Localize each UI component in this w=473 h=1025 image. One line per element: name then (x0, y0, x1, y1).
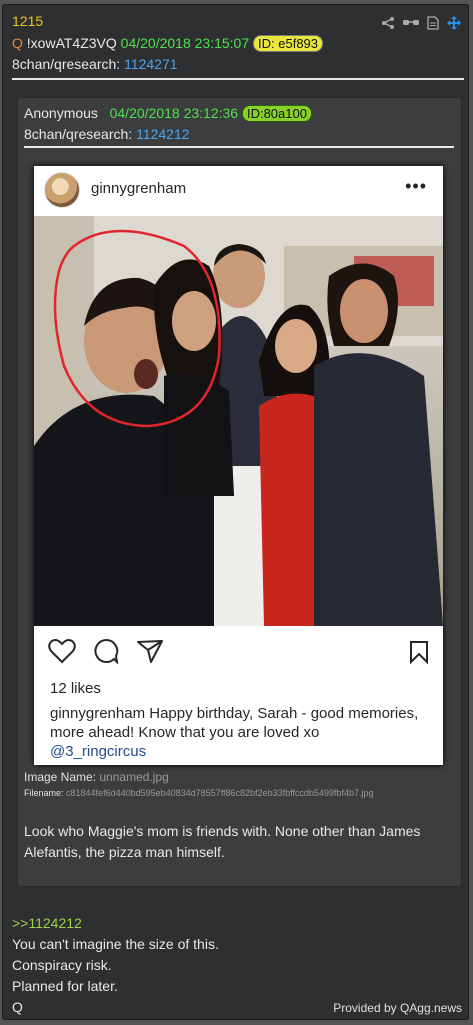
quoted-source: 8chan/qresearch: 1124212 (24, 126, 190, 142)
quoted-meta: Anonymous 04/20/2018 23:12:36 ID:80a100 (24, 105, 312, 122)
reply-body: >>1124212 You can't imagine the size of … (12, 913, 219, 1018)
poster-id-badge[interactable]: ID: e5f893 (253, 35, 324, 52)
instagram-username: ginnygrenham (91, 180, 187, 197)
avatar (44, 172, 80, 208)
filename: Filename: c81844fef6d440bd595eb40834d785… (24, 788, 374, 798)
tripcode: !xowAT4Z3VQ (26, 35, 117, 51)
post-source: 8chan/qresearch: 1124271 (12, 56, 178, 72)
board-label: 8chan/qresearch: (12, 56, 121, 72)
quoted-body: Look who Maggie's mom is friends with. N… (24, 823, 421, 860)
instagram-screenshot[interactable]: ginnygrenham ••• 12 likes ginnygrenham H… (34, 166, 443, 765)
instagram-caption: ginnygrenham Happy birthday, Sarah - goo… (50, 704, 430, 761)
post-date: 04/20/2018 23:15:07 (120, 35, 250, 51)
reply-line: You can't imagine the size of this. (12, 936, 219, 952)
share-icon[interactable] (381, 16, 395, 30)
reply-quote-link[interactable]: >>1124212 (12, 913, 219, 934)
bookmark-icon[interactable] (409, 640, 429, 669)
post-number: 1215 (12, 13, 44, 29)
instagram-actions (48, 638, 164, 669)
quoted-date: 04/20/2018 23:12:36 (109, 105, 239, 121)
quoted-board-label: 8chan/qresearch: (24, 126, 133, 142)
quoted-post: Anonymous 04/20/2018 23:12:36 ID:80a100 … (17, 97, 462, 887)
post-meta: Q !xowAT4Z3VQ 04/20/2018 23:15:07 ID: e5… (12, 35, 324, 52)
q-marker: Q (12, 35, 23, 51)
caption-tag[interactable]: @3_ringcircus (50, 743, 146, 760)
post-card: 1215 Q !xowAT4Z3VQ 04/20/2018 23:15:07 I… (2, 4, 469, 1020)
image-name-label: Image Name: (24, 770, 97, 784)
filename-value[interactable]: c81844fef6d440bd595eb40834d78557ff86c82b… (66, 788, 373, 798)
filename-label: Filename: (24, 788, 64, 798)
divider (24, 146, 454, 148)
reply-line: Planned for later. (12, 978, 118, 994)
quoted-id-badge[interactable]: ID:80a100 (241, 105, 312, 122)
caption-username: ginnygrenham (50, 705, 146, 722)
image-name-value: unnamed.jpg (99, 770, 169, 784)
provided-by: Provided by QAgg.news (333, 1001, 462, 1015)
group-photo (34, 216, 443, 626)
comment-icon[interactable] (92, 638, 120, 669)
instagram-header: ginnygrenham ••• (34, 166, 443, 216)
heart-icon[interactable] (48, 638, 76, 669)
likes-count: 12 likes (50, 680, 101, 697)
reply-line: Conspiracy risk. (12, 957, 112, 973)
quoted-author: Anonymous (24, 105, 98, 121)
reply-signature: Q (12, 999, 23, 1015)
quoted-post-link[interactable]: 1124212 (136, 126, 189, 142)
document-icon[interactable] (427, 16, 439, 30)
post-toolbar (381, 15, 462, 31)
divider (12, 78, 464, 80)
glasses-icon[interactable] (402, 17, 420, 29)
image-name: Image Name: unnamed.jpg (24, 770, 169, 784)
post-link[interactable]: 1124271 (124, 56, 177, 72)
more-options-icon: ••• (405, 176, 427, 196)
move-icon[interactable] (446, 15, 462, 31)
send-icon[interactable] (136, 638, 164, 669)
